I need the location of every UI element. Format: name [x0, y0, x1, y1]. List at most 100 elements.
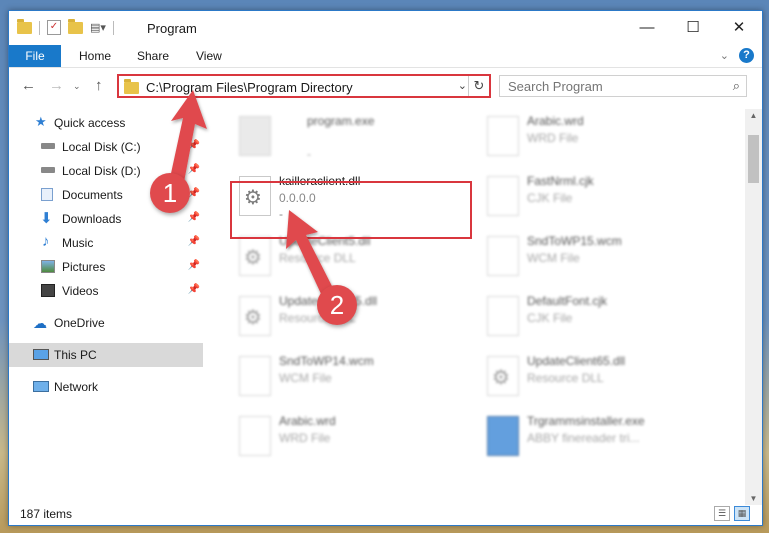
sidebar-item-network[interactable]: Network [9, 375, 203, 399]
list-item[interactable]: SndToWP14.wcm WCM File [233, 351, 473, 407]
highlight-box [230, 181, 472, 239]
search-input[interactable] [506, 78, 720, 95]
sidebar-item-label: Local Disk (C:) [62, 140, 141, 154]
search-icon[interactable]: ⌕ [733, 78, 740, 94]
file-name: Arabic.wrd [527, 114, 584, 128]
file-list: program.exe - Arabic.wrd WRD File kaille… [213, 109, 735, 501]
address-path[interactable]: C:\Program Files\Program Directory [146, 80, 353, 95]
file-name: program.exe [307, 114, 375, 128]
list-item[interactable]: Arabic.wrd WRD File [481, 111, 721, 167]
pin-icon[interactable]: 📌 [188, 140, 200, 151]
file-type: CJK File [527, 191, 573, 205]
pin-icon[interactable]: 📌 [188, 164, 200, 175]
expand-ribbon-icon[interactable]: ⌄ [720, 49, 729, 62]
sidebar-item-quick-access[interactable]: ★ Quick access [9, 111, 203, 135]
scrollbar-thumb[interactable] [748, 135, 759, 183]
list-item[interactable]: DefaultFont.cjk CJK File [481, 291, 721, 347]
address-bar[interactable]: C:\Program Files\Program Directory ⌄ ↻ [117, 74, 491, 98]
sidebar-item-label: Network [54, 380, 99, 394]
sidebar-item-label: Pictures [62, 260, 106, 274]
customize-toolbar-icon[interactable]: ▤▾ [90, 21, 106, 34]
scroll-up-icon[interactable]: ▲ [745, 111, 762, 120]
sidebar-item-videos[interactable]: Videos 📌 [9, 279, 203, 303]
sidebar-item-local-disk-c[interactable]: Local Disk (C:) 📌 [9, 135, 203, 159]
sidebar-item-label: Downloads [62, 212, 122, 226]
list-item[interactable]: UpdateClient65.dll Resource DLL [481, 351, 721, 407]
separator [39, 20, 40, 35]
sidebar-item-label: This PC [54, 348, 97, 362]
window-title: Program [147, 21, 197, 36]
file-name: DefaultFont.cjk [527, 294, 608, 308]
list-item[interactable]: Trgrammsinstaller.exe ABBY finereader tr… [481, 411, 721, 467]
new-folder-icon[interactable] [68, 18, 83, 34]
list-item[interactable]: SndToWP15.wcm WCM File [481, 231, 721, 287]
pin-icon[interactable]: 📌 [188, 212, 200, 223]
star-icon: ★ [35, 114, 47, 129]
chevron-down-icon[interactable]: ⌄ [458, 79, 467, 92]
sidebar-item-label: Documents [62, 188, 123, 202]
ribbon-right: ⌄ ? [720, 48, 754, 63]
forward-button[interactable]: → [49, 77, 64, 94]
sidebar-item-music[interactable]: ♪ Music 📌 [9, 231, 203, 255]
file-icon [487, 236, 519, 276]
details-view-icon[interactable]: ☰ [714, 506, 730, 521]
file-icon [487, 296, 519, 336]
scroll-down-icon[interactable]: ▼ [745, 494, 762, 503]
computer-icon [33, 349, 49, 360]
file-type: WRD File [527, 131, 579, 145]
file-type: - [307, 147, 311, 161]
sidebar-item-this-pc[interactable]: This PC [9, 343, 203, 367]
back-button[interactable]: ← [21, 77, 36, 94]
cloud-icon: ☁ [33, 315, 47, 331]
dll-file-icon [239, 296, 271, 336]
file-name: Arabic.wrd [279, 414, 336, 428]
sidebar-item-label: Quick access [54, 116, 126, 130]
help-icon[interactable]: ? [739, 48, 754, 63]
tab-home[interactable]: Home [79, 45, 111, 67]
file-name: SndToWP14.wcm [279, 354, 374, 368]
properties-icon[interactable]: ✓ [47, 20, 61, 35]
ribbon: File Home Share View ⌄ ? [9, 45, 762, 68]
pin-icon[interactable]: 📌 [188, 260, 200, 271]
drive-icon [41, 167, 55, 173]
vertical-scrollbar[interactable]: ▲ ▼ [745, 109, 762, 505]
view-switcher: ☰ ▦ [714, 506, 750, 521]
tab-view[interactable]: View [196, 45, 222, 67]
pictures-icon [41, 260, 55, 273]
network-icon [33, 381, 49, 392]
refresh-icon[interactable]: ↻ [468, 76, 489, 96]
status-bar: 187 items ☰ ▦ [9, 503, 762, 525]
pin-icon[interactable]: 📌 [188, 236, 200, 247]
file-type: WRD File [279, 431, 331, 445]
file-type: CJK File [527, 311, 573, 325]
file-type: ABBY finereader tri... [527, 431, 640, 445]
drive-icon [41, 143, 55, 149]
sidebar-item-pictures[interactable]: Pictures 📌 [9, 255, 203, 279]
tiles-view-icon[interactable]: ▦ [734, 506, 750, 521]
sidebar-item-label: Local Disk (D:) [62, 164, 141, 178]
tab-file[interactable]: File [9, 45, 61, 67]
list-item[interactable]: Arabic.wrd WRD File [233, 411, 473, 467]
music-icon: ♪ [42, 233, 50, 250]
navigation-pane: ★ Quick access Local Disk (C:) 📌 Local D… [9, 109, 203, 501]
exe-file-icon [239, 116, 271, 156]
folder-icon [124, 79, 139, 94]
search-box[interactable]: ⌕ [499, 75, 747, 97]
file-type: WCM File [279, 371, 332, 385]
maximize-button[interactable]: ☐ [670, 11, 716, 45]
tab-share[interactable]: Share [137, 45, 169, 67]
file-explorer-window: ✓ ▤▾ Program — ☐ ✕ File Home Share View … [8, 10, 763, 526]
pin-icon[interactable]: 📌 [188, 284, 200, 295]
list-item[interactable]: UpdateClient5.dll Resource DLL [233, 231, 473, 287]
file-icon [487, 116, 519, 156]
up-button[interactable]: ↑ [95, 77, 103, 94]
sidebar-item-label: Videos [62, 284, 99, 298]
list-item[interactable]: program.exe - [233, 111, 473, 167]
list-item[interactable]: FastNrml.cjk CJK File [481, 171, 721, 227]
minimize-button[interactable]: — [624, 11, 670, 45]
download-icon: ⬇ [40, 210, 53, 227]
close-button[interactable]: ✕ [716, 11, 762, 45]
file-icon [239, 416, 271, 456]
sidebar-item-onedrive[interactable]: ☁ OneDrive [9, 311, 203, 335]
recent-locations-icon[interactable]: ⌄ [73, 81, 81, 92]
